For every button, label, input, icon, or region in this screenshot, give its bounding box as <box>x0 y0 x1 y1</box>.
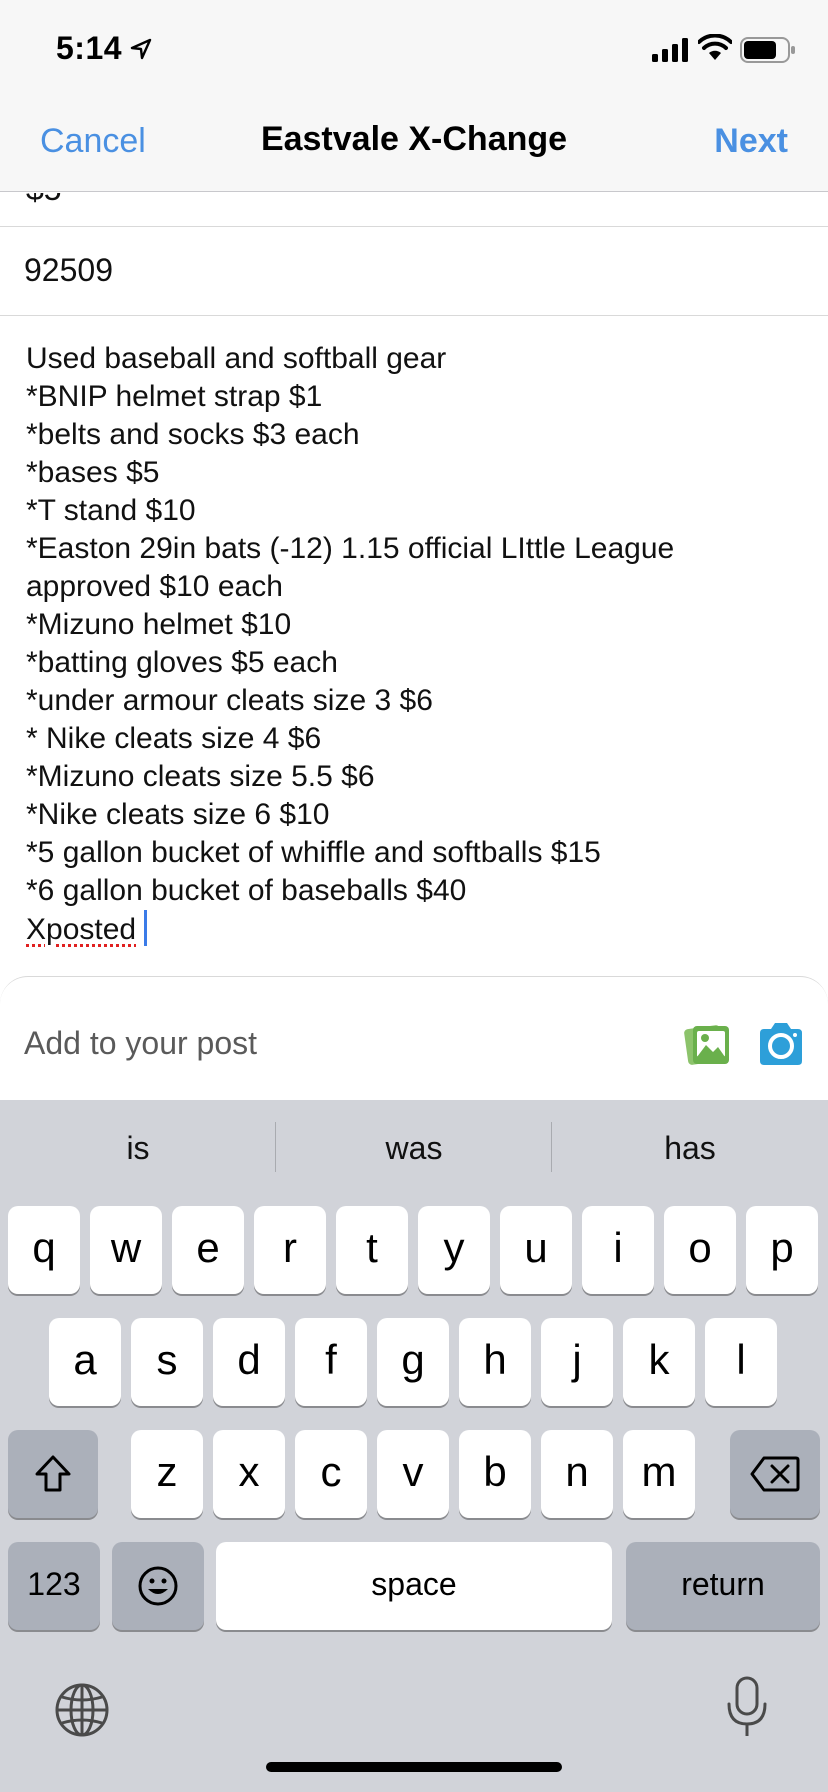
key-x[interactable]: x <box>213 1430 285 1518</box>
globe-icon[interactable] <box>54 1682 110 1738</box>
zip-field[interactable]: 92509 <box>0 228 828 316</box>
microphone-icon[interactable] <box>726 1676 768 1738</box>
key-l[interactable]: l <box>705 1318 777 1406</box>
add-to-post-label: Add to your post <box>24 1025 258 1061</box>
key-c[interactable]: c <box>295 1430 367 1518</box>
key-w[interactable]: w <box>90 1206 162 1294</box>
add-to-post-bar[interactable]: Add to your post <box>0 976 828 1100</box>
description-line: *6 gallon bucket of baseballs $40 <box>26 874 467 907</box>
description-line: *belts and socks $3 each <box>26 418 360 451</box>
key-p[interactable]: p <box>746 1206 818 1294</box>
status-time: 5:14 <box>56 30 123 66</box>
key-j[interactable]: j <box>541 1318 613 1406</box>
suggestion-3[interactable]: has <box>552 1130 828 1167</box>
zip-value: 92509 <box>24 252 113 288</box>
key-s[interactable]: s <box>131 1318 203 1406</box>
description-line: *Easton 29in bats (-12) 1.15 official LI… <box>26 532 675 565</box>
text-cursor <box>144 910 148 946</box>
suggestion-1[interactable]: is <box>0 1130 276 1167</box>
misspelled-word[interactable]: Xposted <box>26 913 136 946</box>
price-value: $5 <box>26 193 62 208</box>
price-field[interactable]: $5 <box>0 193 828 227</box>
nav-bar: Cancel Eastvale X-Change Next <box>0 100 828 192</box>
description-line: *T stand $10 <box>26 494 196 527</box>
status-bar: 5:14 <box>0 0 828 100</box>
page-title: Eastvale X-Change <box>260 120 568 158</box>
key-o[interactable]: o <box>664 1206 736 1294</box>
description-textarea[interactable]: Used baseball and softball gear *BNIP he… <box>26 340 816 948</box>
key-z[interactable]: z <box>131 1430 203 1518</box>
key-d[interactable]: d <box>213 1318 285 1406</box>
camera-icon[interactable] <box>756 1021 806 1067</box>
key-k[interactable]: k <box>623 1318 695 1406</box>
shift-key[interactable] <box>8 1430 98 1518</box>
cellular-signal-icon <box>652 38 688 62</box>
location-arrow-icon <box>130 38 152 60</box>
battery-icon <box>740 37 795 63</box>
description-line: *BNIP helmet strap $1 <box>26 380 323 413</box>
suggestion-2[interactable]: was <box>276 1130 552 1167</box>
key-b[interactable]: b <box>459 1430 531 1518</box>
backspace-icon <box>750 1456 800 1492</box>
key-e[interactable]: e <box>172 1206 244 1294</box>
key-a[interactable]: a <box>49 1318 121 1406</box>
key-i[interactable]: i <box>582 1206 654 1294</box>
description-line: approved $10 each <box>26 570 283 603</box>
emoji-key[interactable] <box>112 1542 204 1630</box>
next-button[interactable]: Next <box>714 122 788 161</box>
delete-key[interactable] <box>730 1430 820 1518</box>
photo-library-icon[interactable] <box>684 1021 732 1069</box>
description-line: *Mizuno helmet $10 <box>26 608 292 641</box>
description-line: * Nike cleats size 4 $6 <box>26 722 322 755</box>
space-key[interactable]: space <box>216 1542 612 1630</box>
key-v[interactable]: v <box>377 1430 449 1518</box>
key-y[interactable]: y <box>418 1206 490 1294</box>
shift-arrow-icon <box>35 1455 71 1492</box>
key-f[interactable]: f <box>295 1318 367 1406</box>
keyboard: is was has q w e r t y u i o p a s d f g… <box>0 1100 828 1792</box>
return-key[interactable]: return <box>626 1542 820 1630</box>
key-r[interactable]: r <box>254 1206 326 1294</box>
description-line: *batting gloves $5 each <box>26 646 338 679</box>
key-q[interactable]: q <box>8 1206 80 1294</box>
description-line: *bases $5 <box>26 456 160 489</box>
description-line: *Nike cleats size 6 $10 <box>26 798 330 831</box>
description-line: *5 gallon bucket of whiffle and softball… <box>26 836 601 869</box>
home-indicator <box>266 1762 562 1772</box>
key-t[interactable]: t <box>336 1206 408 1294</box>
emoji-icon <box>138 1566 178 1606</box>
description-line: *Mizuno cleats size 5.5 $6 <box>26 760 375 793</box>
key-g[interactable]: g <box>377 1318 449 1406</box>
key-n[interactable]: n <box>541 1430 613 1518</box>
description-line: Used baseball and softball gear <box>26 342 447 375</box>
wifi-icon <box>698 34 732 60</box>
key-m[interactable]: m <box>623 1430 695 1518</box>
key-h[interactable]: h <box>459 1318 531 1406</box>
numbers-key[interactable]: 123 <box>8 1542 100 1630</box>
description-last-line: Xposted <box>26 910 816 948</box>
description-line: *under armour cleats size 3 $6 <box>26 684 433 717</box>
key-u[interactable]: u <box>500 1206 572 1294</box>
